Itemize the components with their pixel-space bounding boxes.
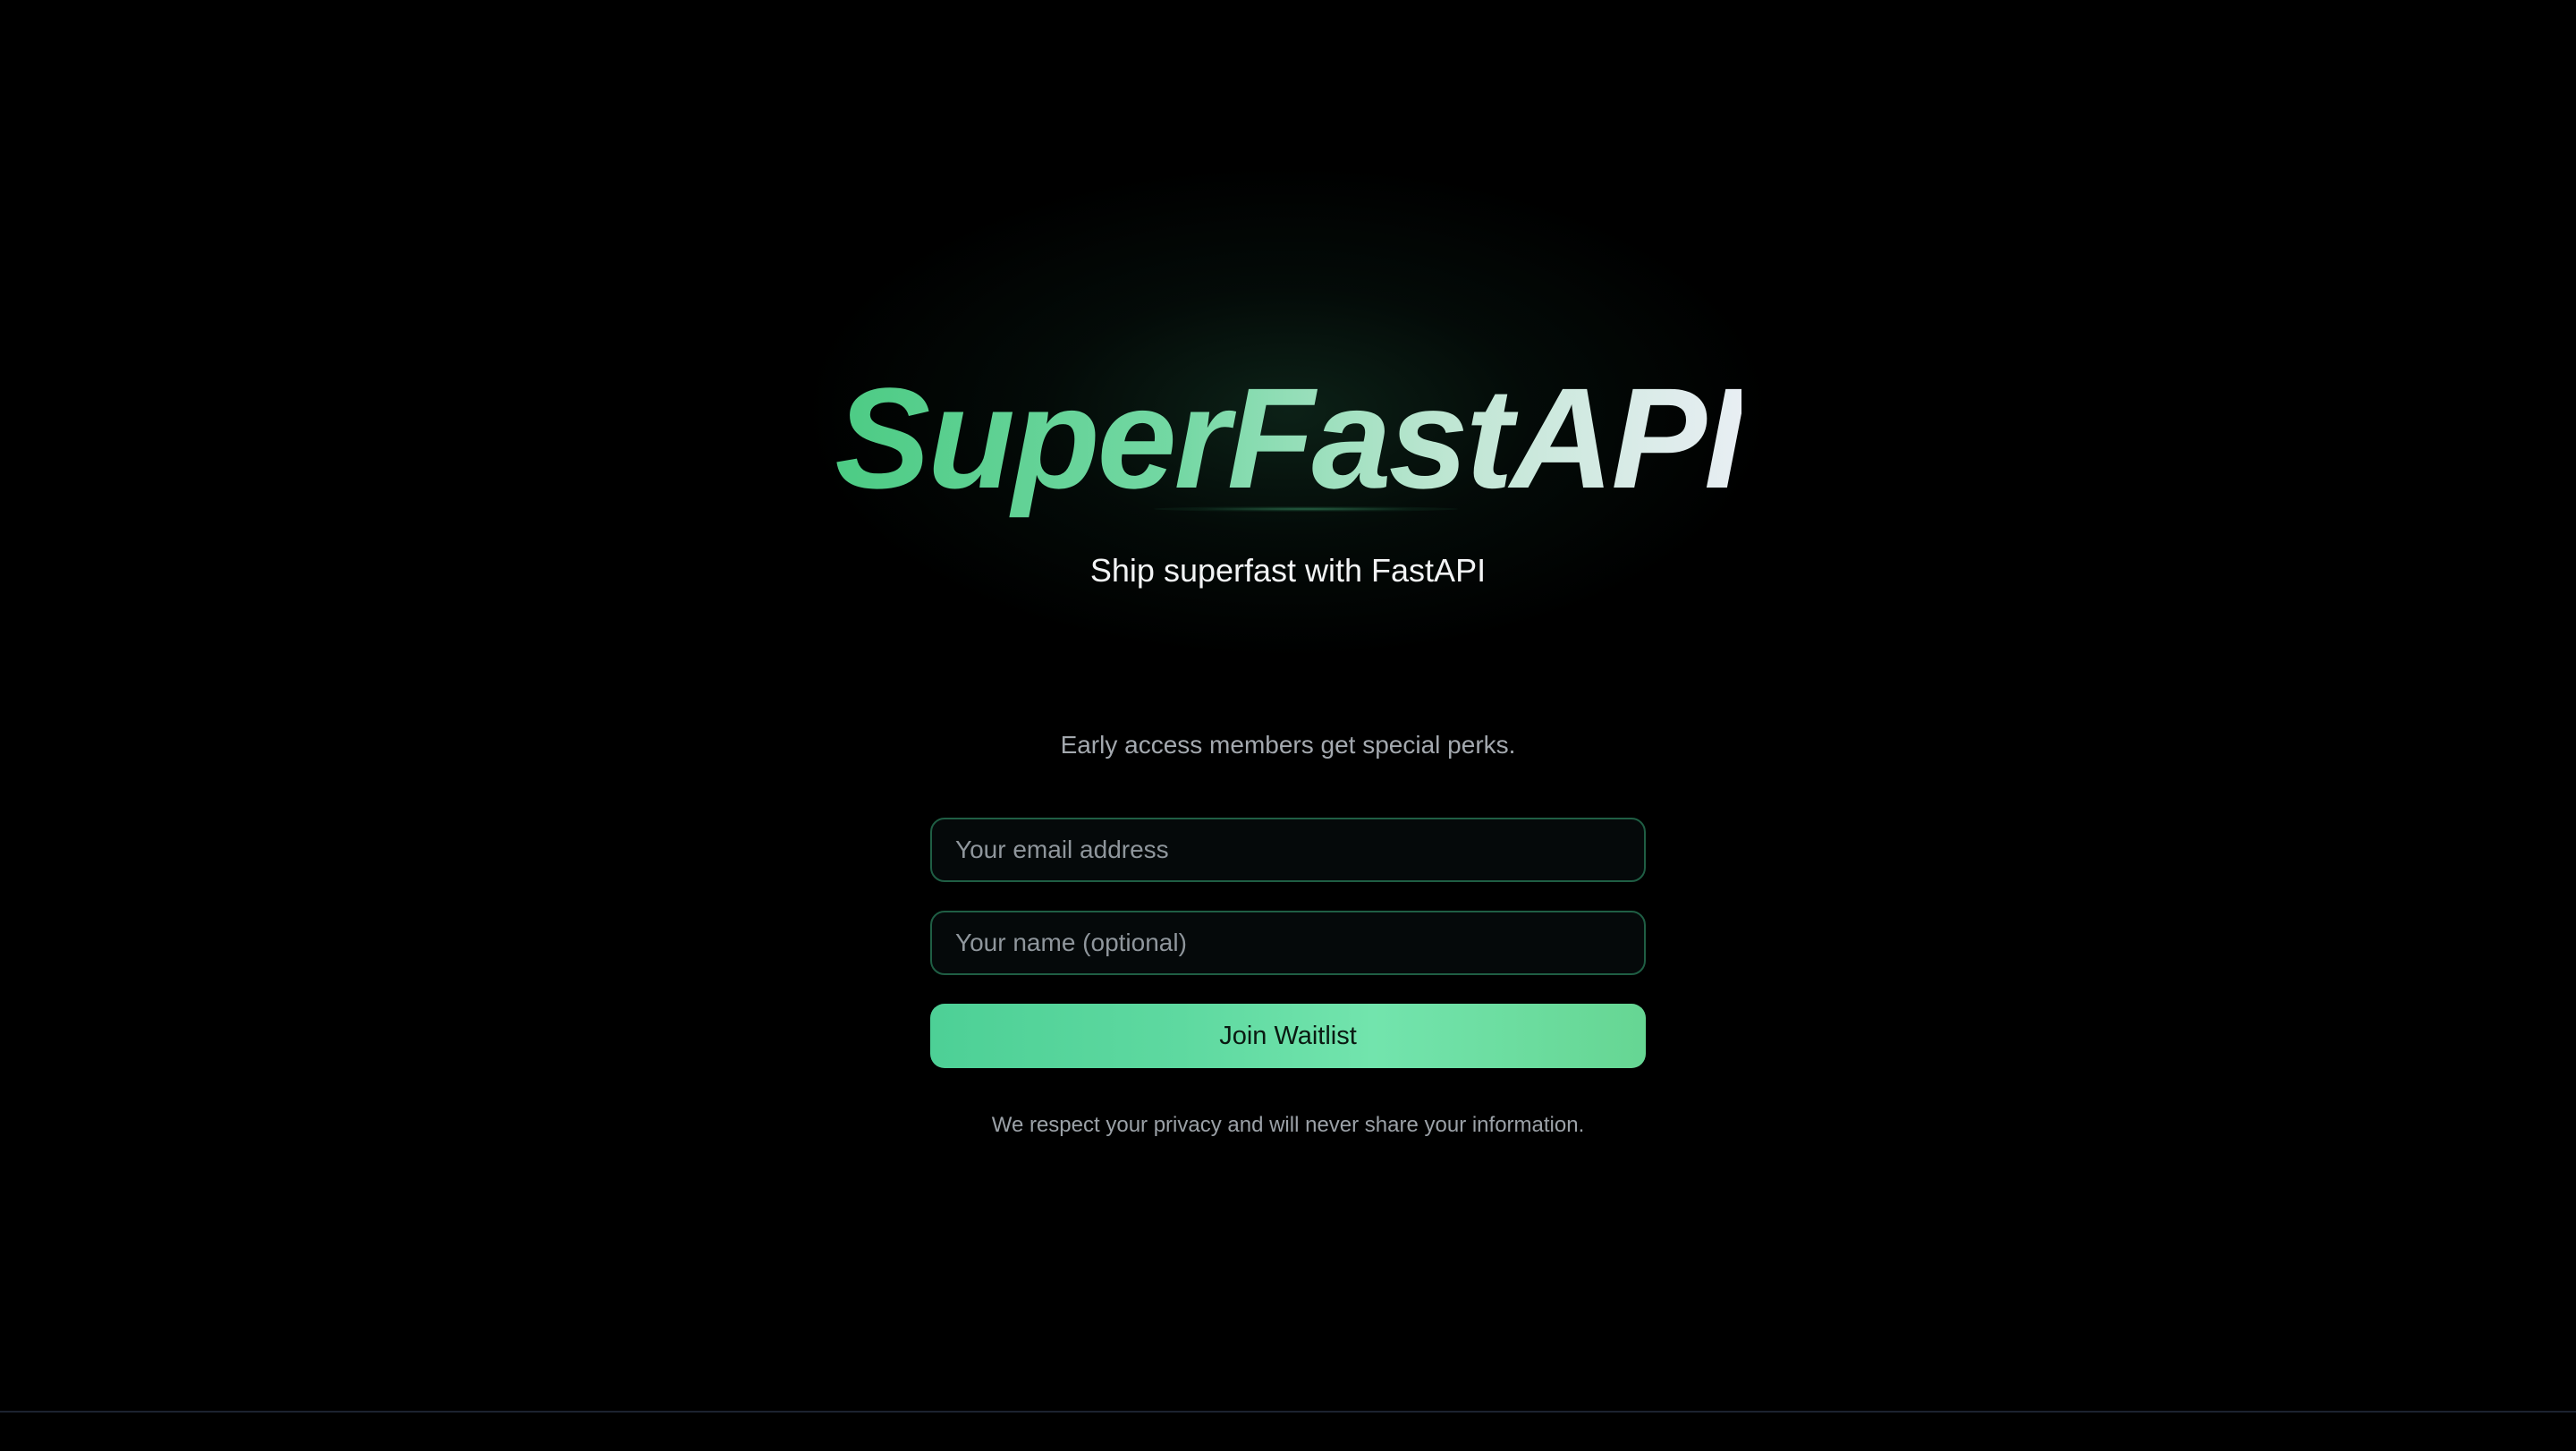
privacy-note: We respect your privacy and will never s… bbox=[991, 1113, 1585, 1137]
hero-title: SuperFastAPI bbox=[0, 353, 2576, 523]
name-field[interactable] bbox=[930, 911, 1646, 975]
hero-title-text: SuperFastAPI bbox=[835, 358, 1743, 518]
join-waitlist-button[interactable]: Join Waitlist bbox=[930, 1004, 1646, 1068]
hero-tagline: Ship superfast with FastAPI bbox=[1089, 552, 1487, 589]
footer-divider bbox=[0, 1411, 2576, 1413]
landing-page: SuperFastAPI Ship superfast with FastAPI… bbox=[0, 0, 2576, 1451]
email-field[interactable] bbox=[930, 818, 1646, 882]
perks-text: Early access members get special perks. bbox=[1060, 731, 1516, 759]
title-underline-glow bbox=[1154, 506, 1458, 512]
